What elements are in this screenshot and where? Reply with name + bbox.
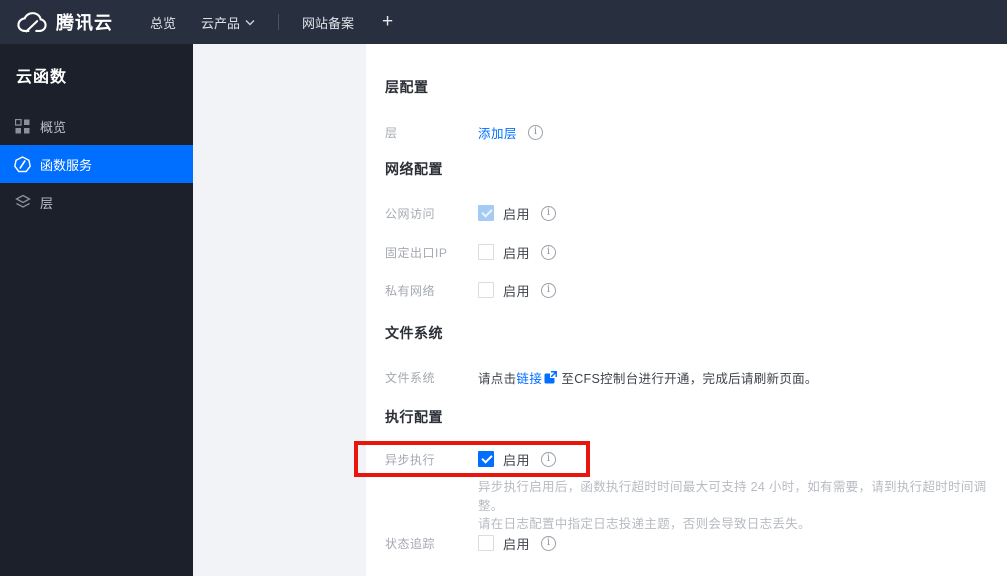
sidebar-item-label: 层 (40, 195, 54, 211)
layer-row: 层 添加层 (385, 123, 544, 142)
async-desc-line2: 请在日志配置中指定日志投递主题，否则会导致日志丢失。 (478, 517, 811, 531)
function-service-icon (14, 155, 31, 173)
async-execution-description: 异步执行启用后，函数执行超时时间最大可支持 24 小时，如有需要，请到执行超时时… (478, 478, 1007, 534)
add-layer-link[interactable]: 添加层 (478, 123, 517, 142)
external-link-icon[interactable] (544, 370, 558, 384)
sidebar-menu: 概览 函数服务 层 (0, 107, 193, 221)
settings-form: 层配置 层 添加层 网络配置 公网访问 启用 固定出口IP 启用 私有网络 启用… (366, 44, 1007, 576)
info-icon[interactable] (541, 451, 557, 467)
vpc-row: 私有网络 启用 (385, 281, 557, 299)
enable-label: 启用 (503, 206, 531, 222)
cloud-logo-icon (17, 11, 47, 34)
layers-icon (14, 194, 31, 211)
cfs-console-link[interactable]: 链接 (516, 368, 542, 387)
info-icon[interactable] (541, 282, 557, 298)
sidebar-item-layers[interactable]: 层 (0, 183, 193, 221)
nav-overview[interactable]: 总览 (150, 13, 176, 32)
enable-label: 启用 (503, 283, 531, 299)
file-system-hint: 请点击 链接 至CFS控制台进行开通，完成后请刷新页面。 (478, 368, 818, 387)
async-execution-checkbox[interactable] (478, 451, 494, 467)
sidebar-title: 云函数 (16, 69, 68, 86)
fixed-egress-ip-label: 固定出口IP (385, 245, 448, 260)
chevron-down-icon (245, 19, 255, 26)
status-tracking-checkbox[interactable] (478, 535, 494, 551)
status-tracking-row: 状态追踪 启用 (385, 534, 557, 552)
async-desc-line1: 异步执行启用后，函数执行超时时间最大可支持 24 小时，如有需要，请到执行超时时… (478, 480, 987, 513)
topbar: 腾讯云 总览 云产品 网站备案 + (0, 0, 1007, 44)
sidebar-item-overview[interactable]: 概览 (0, 107, 193, 145)
public-access-row: 公网访问 启用 (385, 204, 557, 222)
info-icon[interactable] (541, 205, 557, 221)
section-title-layer-config: 层配置 (385, 79, 429, 95)
file-system-row: 文件系统 请点击 链接 至CFS控制台进行开通，完成后请刷新页面。 (385, 368, 818, 386)
tencent-cloud-logo[interactable]: 腾讯云 (17, 9, 113, 35)
grid-icon (14, 118, 31, 135)
status-tracking-label: 状态追踪 (385, 536, 436, 551)
layer-label: 层 (385, 125, 398, 140)
top-navigation: 总览 云产品 网站备案 + (113, 11, 393, 33)
sidebar-item-label: 函数服务 (40, 157, 93, 173)
public-access-checkbox[interactable] (478, 205, 494, 221)
sidebar-item-label: 概览 (40, 119, 67, 135)
enable-label: 启用 (503, 452, 531, 468)
vpc-checkbox[interactable] (478, 282, 494, 298)
content-gutter (193, 44, 366, 576)
brand-name: 腾讯云 (56, 13, 113, 33)
public-access-label: 公网访问 (385, 206, 436, 221)
nav-cloud-products[interactable]: 云产品 (201, 13, 255, 32)
info-icon[interactable] (528, 124, 544, 140)
nav-icp-filing[interactable]: 网站备案 (302, 13, 354, 32)
info-icon[interactable] (541, 535, 557, 551)
add-nav-tab-button[interactable]: + (382, 11, 393, 33)
file-system-label: 文件系统 (385, 370, 436, 385)
section-title-network-config: 网络配置 (385, 161, 443, 177)
info-icon[interactable] (541, 244, 557, 260)
vpc-label: 私有网络 (385, 283, 436, 298)
async-execution-label: 异步执行 (385, 452, 436, 467)
enable-label: 启用 (503, 245, 531, 261)
section-title-file-system: 文件系统 (385, 325, 443, 341)
section-title-execution-config: 执行配置 (385, 409, 443, 425)
sidebar: 云函数 概览 函数服务 层 (0, 44, 193, 576)
enable-label: 启用 (503, 536, 531, 552)
nav-divider (278, 14, 280, 30)
async-execution-row: 异步执行 启用 (385, 450, 557, 468)
sidebar-item-function-service[interactable]: 函数服务 (0, 145, 193, 183)
fixed-egress-ip-checkbox[interactable] (478, 244, 494, 260)
fixed-egress-ip-row: 固定出口IP 启用 (385, 243, 557, 261)
